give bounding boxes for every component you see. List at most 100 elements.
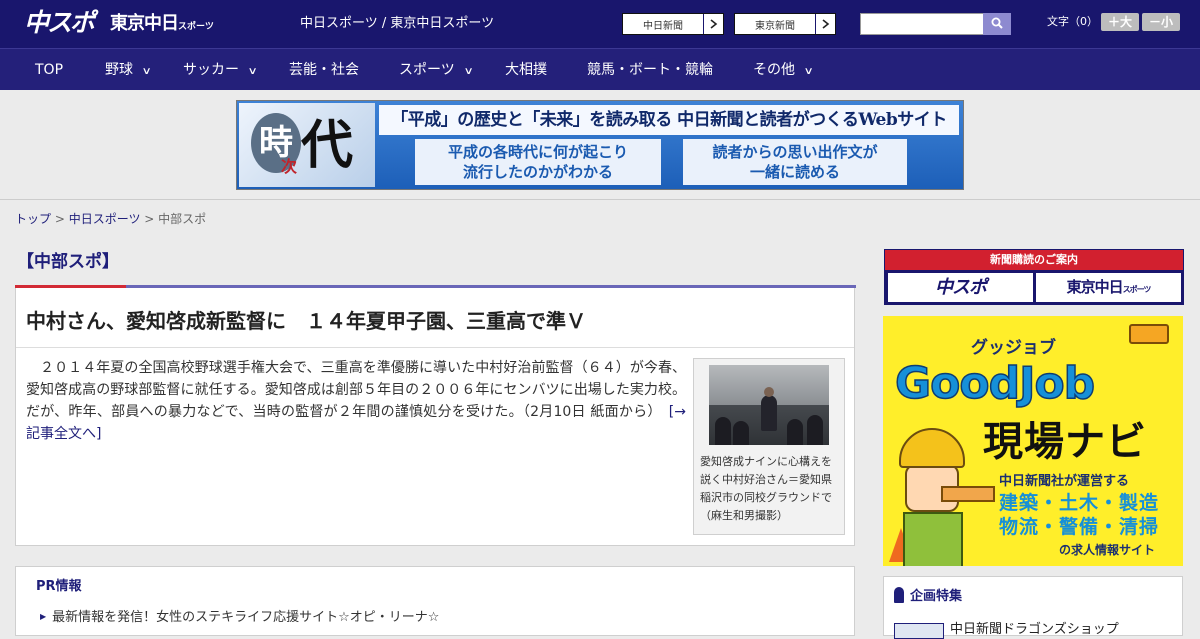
goodjob-line2: 建築・土木・製造 (999, 492, 1160, 514)
site-links[interactable]: 中日スポーツ / 東京中日スポーツ (300, 15, 494, 33)
goodjob-logo: GoodJob (894, 357, 1096, 410)
nav-item-top[interactable]: TOP (35, 49, 63, 91)
features-box: 企画特集 中日新聞ドラゴンズショップ (883, 576, 1183, 639)
banner-left-box: 平成の各時代に何が起こり 流行したのかがわかる (415, 139, 661, 185)
photo-figure (715, 417, 731, 445)
chevron-right-icon (815, 14, 835, 34)
nav-label: 大相撲 (505, 62, 547, 78)
search-input[interactable] (860, 13, 984, 35)
font-size-label: 文字（0） (1047, 15, 1098, 28)
photo-caption: 愛知啓成ナインに心構えを説く中村好治さん＝愛知県稲沢市の同校グラウンドで（麻生和… (700, 455, 832, 522)
banner-headline: 「平成」の歴史と「未来」を読み取る 中日新聞と読者がつくるWebサイト (379, 105, 959, 135)
font-larger-button[interactable]: ＋大 (1101, 13, 1139, 31)
breadcrumb-separator: > (51, 212, 69, 226)
banner-left-line1: 平成の各時代に何が起こり (447, 143, 628, 161)
subscribe-tokyo-text: 東京中日 (1066, 278, 1124, 296)
nav-item-baseball[interactable]: 野球 ∨ (105, 49, 152, 91)
photo-figure (807, 415, 823, 445)
nav-label: サッカー (183, 62, 239, 78)
chevron-down-icon: ∨ (803, 66, 814, 77)
search-button[interactable] (983, 13, 1011, 35)
search-icon (991, 17, 1003, 32)
nav-item-soccer[interactable]: サッカー ∨ (183, 49, 258, 91)
font-smaller-button[interactable]: －小 (1142, 13, 1180, 31)
nav-label: 野球 (105, 62, 133, 78)
article-headline: 中村さん、愛知啓成新監督に １４年夏甲子園、三重高で準Ｖ (26, 309, 586, 333)
nav-label: スポーツ (399, 62, 455, 78)
article-text: ２０１４年夏の全国高校野球選手権大会で、三重高を準優勝に導いた中村好治前監督（６… (26, 360, 686, 420)
breadcrumb-separator: > (140, 212, 159, 226)
banner-right-line1: 読者からの思い出作文が (712, 143, 878, 161)
worker-body (903, 512, 963, 566)
nav-item-sports[interactable]: スポーツ ∨ (399, 49, 474, 91)
features-item[interactable]: 中日新聞ドラゴンズショップ (950, 621, 1119, 639)
tokyo-logo-text: 東京中日 (110, 13, 179, 34)
nav-item-racing[interactable]: 競馬・ボート・競輪 (587, 49, 713, 91)
site-header: 中スポ 東京中日スポーツ 中日スポーツ / 東京中日スポーツ 中日新聞 東京新聞… (0, 0, 1200, 48)
tokyo-paper-label: 東京新聞 (755, 20, 795, 32)
main-nav: TOP 野球 ∨ サッカー ∨ 芸能・社会 スポーツ ∨ 大相撲 競馬・ボート・競輪 … (0, 48, 1200, 90)
chevron-down-icon: ∨ (463, 66, 474, 77)
pr-item-text: 最新情報を発信！女性のステキライフ応援サイト☆オピ・リーナ☆ (52, 610, 440, 625)
nav-item-entertainment[interactable]: 芸能・社会 (289, 49, 359, 91)
features-title-text: 企画特集 (910, 589, 963, 604)
goodjob-ruby: グッジョブ (971, 338, 1056, 358)
jidai-tsugi: 次 (281, 157, 298, 176)
lumber-icon (941, 486, 995, 502)
nav-label: 芸能・社会 (289, 62, 359, 78)
chunichi-paper-label: 中日新聞 (643, 20, 683, 32)
nav-item-other[interactable]: その他 ∨ (753, 49, 814, 91)
shop-icon (894, 623, 944, 639)
pr-box: PR情報 ▶ 最新情報を発信！女性のステキライフ応援サイト☆オピ・リーナ☆ (15, 566, 855, 636)
banner-right-line2: 一緒に読める (749, 163, 840, 181)
breadcrumb-section[interactable]: 中日スポーツ (69, 212, 141, 226)
subscribe-tokyo-button[interactable]: 東京中日スポーツ (1036, 273, 1181, 302)
photo-box: 愛知啓成ナインに心構えを説く中村好治さん＝愛知県稲沢市の同校グラウンドで（麻生和… (693, 358, 845, 535)
breadcrumb-current: 中部スポ (158, 212, 207, 226)
chevron-down-icon: ∨ (141, 66, 152, 77)
subscription-title: 新聞購読のご案内 (885, 250, 1183, 270)
chunichi-paper-button[interactable]: 中日新聞 (622, 13, 724, 35)
tokyo-chunichi-logo[interactable]: 東京中日スポーツ (110, 11, 214, 37)
banner-left-line2: 流行したのかがわかる (462, 163, 613, 181)
title-rule-blue (126, 285, 856, 288)
tokyo-paper-button[interactable]: 東京新聞 (734, 13, 836, 35)
breadcrumb: トップ > 中日スポーツ > 中部スポ (15, 210, 206, 228)
triangle-right-icon: ▶ (40, 612, 47, 621)
features-title: 企画特集 (894, 587, 962, 607)
subscribe-tokyo-small: スポーツ (1122, 285, 1152, 294)
banner-zone: 時 代 次 「平成」の歴史と「未来」を読み取る 中日新聞と読者がつくるWebサイ… (0, 90, 1200, 200)
subscription-ad: 新聞購読のご案内 中スポ 東京中日スポーツ (884, 249, 1184, 305)
nav-label: TOP (35, 62, 64, 78)
photo-figure (761, 395, 777, 431)
heisei-jidai-banner[interactable]: 時 代 次 「平成」の歴史と「未来」を読み取る 中日新聞と読者がつくるWebサイ… (236, 100, 964, 190)
goodjob-line4: の求人情報サイト (1059, 543, 1156, 557)
nav-label: 競馬・ボート・競輪 (587, 62, 713, 78)
photo-figure (787, 419, 803, 445)
chevron-down-icon: ∨ (247, 66, 258, 77)
nav-item-sumo[interactable]: 大相撲 (505, 49, 547, 91)
article-body: ２０１４年夏の全国高校野球選手権大会で、三重高を準優勝に導いた中村好治前監督（６… (26, 357, 686, 445)
truck-icon (1129, 324, 1169, 344)
chuspo-logo[interactable]: 中スポ (24, 8, 102, 38)
article-card: 中村さん、愛知啓成新監督に １４年夏甲子園、三重高で準Ｖ ２０１４年夏の全国高校… (15, 285, 856, 546)
article-photo[interactable] (709, 365, 829, 445)
subscribe-chuspo-button[interactable]: 中スポ (888, 273, 1033, 302)
goodjob-navi: 現場ナビ (983, 419, 1147, 465)
divider (16, 347, 854, 348)
tokyo-logo-small: スポーツ (178, 22, 214, 32)
goodjob-ad[interactable]: グッジョブ GoodJob 現場ナビ 中日新聞社が運営する 建築・土木・製造 物… (883, 316, 1183, 566)
photo-head (764, 387, 774, 397)
breadcrumb-home[interactable]: トップ (15, 212, 51, 226)
goodjob-line1: 中日新聞社が運営する (999, 474, 1130, 489)
goodjob-line3: 物流・警備・清掃 (999, 516, 1160, 538)
nav-label: その他 (753, 62, 795, 78)
title-rule-red (15, 285, 126, 288)
jidai-dai: 代 (301, 115, 354, 176)
jidai-logo: 時 代 次 (239, 103, 375, 187)
pin-icon (894, 587, 904, 603)
hardhat-icon (899, 428, 965, 468)
photo-figure (733, 421, 749, 445)
pr-item[interactable]: ▶ 最新情報を発信！女性のステキライフ応援サイト☆オピ・リーナ☆ (40, 608, 439, 627)
chevron-right-icon (703, 14, 723, 34)
